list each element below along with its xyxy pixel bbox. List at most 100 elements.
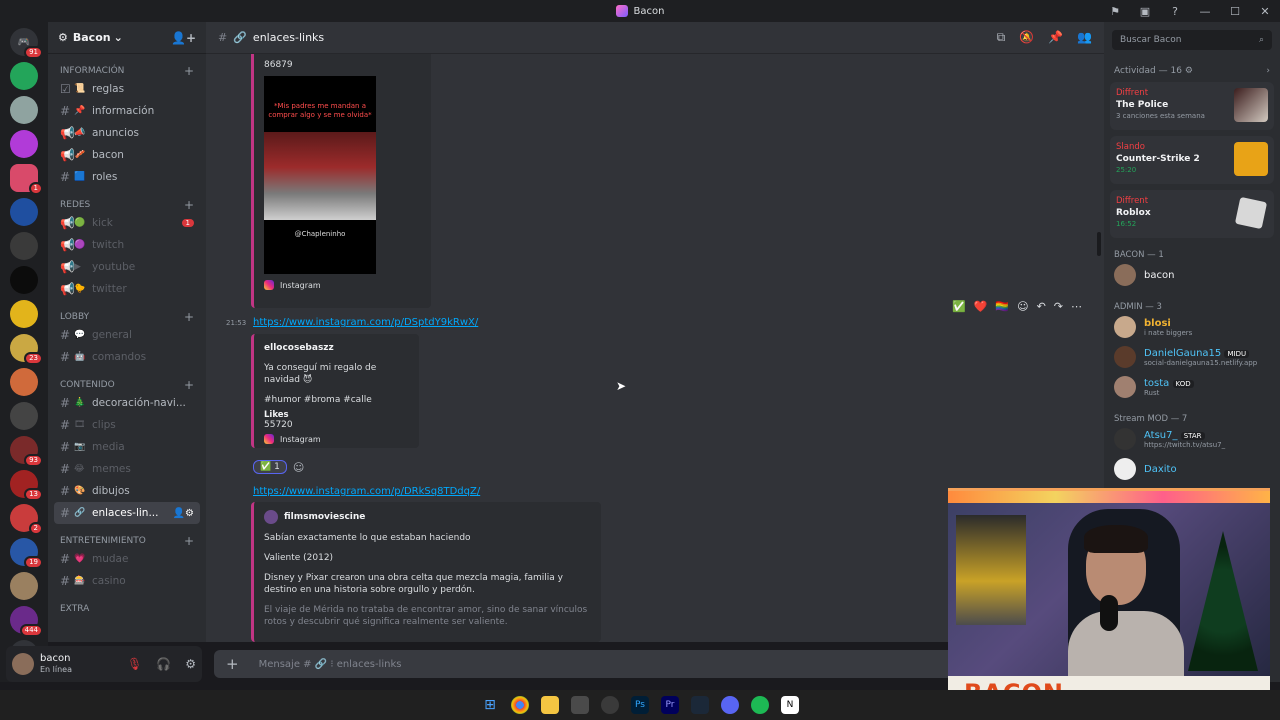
- channel-reglas[interactable]: ☑ 📜 reglas: [54, 78, 200, 100]
- channel-decoracion[interactable]: # 🎄 decoración-navi...: [54, 392, 200, 414]
- inbox-icon[interactable]: ⚑: [1100, 5, 1130, 18]
- category-informacion[interactable]: INFORMACIÓN +: [48, 64, 206, 78]
- server-icon[interactable]: [10, 96, 38, 124]
- add-channel-icon[interactable]: +: [184, 310, 194, 324]
- category-lobby[interactable]: LOBBY +: [48, 310, 206, 324]
- premiere-icon[interactable]: Pr: [661, 696, 679, 714]
- channel-twitch[interactable]: 📢 🟣 twitch: [54, 234, 200, 256]
- server-icon[interactable]: 13: [10, 470, 43, 501]
- embed-author[interactable]: ellocosebaszz: [264, 342, 409, 354]
- server-icon[interactable]: 23: [10, 334, 43, 365]
- photoshop-icon[interactable]: Ps: [631, 696, 649, 714]
- server-icon[interactable]: 19: [10, 538, 43, 569]
- chevron-right-icon[interactable]: ›: [1266, 66, 1270, 76]
- app-icon[interactable]: [601, 696, 619, 714]
- server-icon[interactable]: [10, 198, 38, 226]
- reply-icon[interactable]: ↶: [1037, 300, 1046, 313]
- help-icon[interactable]: ?: [1160, 5, 1190, 18]
- forward-icon[interactable]: ↷: [1054, 300, 1063, 313]
- discord-icon[interactable]: [721, 696, 739, 714]
- add-reaction-icon[interactable]: ☺: [293, 461, 304, 474]
- activity-card[interactable]: Diffrent The Police 3 canciones esta sem…: [1110, 82, 1274, 130]
- member-item[interactable]: blosi i nate biggers: [1104, 312, 1280, 342]
- server-icon[interactable]: [10, 62, 38, 90]
- member-item[interactable]: tosta KOD Rust: [1104, 372, 1280, 402]
- settings-gear-icon[interactable]: ⚙: [185, 657, 196, 671]
- gear-icon[interactable]: ⚙: [1185, 66, 1193, 76]
- channel-enlaces-links[interactable]: # 🔗 enlaces-lin... 👤⚙: [54, 502, 200, 524]
- notion-icon[interactable]: N: [781, 696, 799, 714]
- category-entretenimiento[interactable]: ENTRETENIMIENTO +: [48, 534, 206, 548]
- file-explorer-icon[interactable]: [541, 696, 559, 714]
- more-icon[interactable]: ⋯: [1071, 300, 1082, 313]
- embed-author-row[interactable]: filmsmoviescine: [264, 510, 591, 524]
- add-channel-icon[interactable]: +: [184, 378, 194, 392]
- headphones-icon[interactable]: 🎧: [156, 657, 171, 671]
- threads-icon[interactable]: ⧉: [997, 30, 1006, 45]
- minimize-button[interactable]: —: [1190, 5, 1220, 18]
- activity-card[interactable]: Slando Counter-Strike 2 25:20: [1110, 136, 1274, 184]
- member-item[interactable]: bacon: [1104, 260, 1280, 290]
- channel-bacon[interactable]: 📢 🥓 bacon: [54, 144, 200, 166]
- member-item[interactable]: DanielGauna15 MIDU social-danielgauna15.…: [1104, 342, 1280, 372]
- channel-media[interactable]: # 📷 media: [54, 436, 200, 458]
- invite-people-icon[interactable]: 👤+: [171, 31, 196, 45]
- server-icon[interactable]: [10, 368, 38, 396]
- server-icon[interactable]: [10, 572, 38, 600]
- spotify-icon[interactable]: [751, 696, 769, 714]
- channel-dibujos[interactable]: # 🎨 dibujos: [54, 480, 200, 502]
- server-icon[interactable]: 444: [10, 606, 43, 637]
- chrome-icon[interactable]: [511, 696, 529, 714]
- server-icon[interactable]: [10, 266, 38, 294]
- message-input[interactable]: Mensaje # 🔗 ⁝ enlaces-links: [259, 659, 402, 670]
- server-icon[interactable]: [10, 232, 38, 260]
- message-link[interactable]: https://www.instagram.com/p/DSptdY9kRwX/: [253, 317, 478, 328]
- member-list-icon[interactable]: 👥: [1077, 30, 1092, 45]
- app-icon[interactable]: [571, 696, 589, 714]
- monitor-icon[interactable]: ▣: [1130, 5, 1160, 18]
- direct-messages-icon[interactable]: 🎮 91: [10, 28, 43, 59]
- message-link[interactable]: https://www.instagram.com/p/DRkSq8TDdqZ/: [253, 486, 480, 497]
- check-reaction-icon[interactable]: ✅: [952, 300, 966, 313]
- channel-casino[interactable]: # 🎰 casino: [54, 570, 200, 592]
- channel-kick[interactable]: 📢 🟢 kick 1: [54, 212, 200, 234]
- member-item[interactable]: Atsu7_ STAR https://twitch.tv/atsu7_: [1104, 424, 1280, 454]
- channel-anuncios[interactable]: 📢 📣 anuncios: [54, 122, 200, 144]
- chat-scrollbar[interactable]: [1097, 232, 1101, 256]
- add-reaction-icon[interactable]: ☺: [1017, 300, 1028, 313]
- server-icon[interactable]: [10, 130, 38, 158]
- steam-icon[interactable]: [691, 696, 709, 714]
- member-item[interactable]: Daxito: [1104, 454, 1280, 484]
- windows-start-icon[interactable]: ⊞: [481, 696, 499, 714]
- channel-twitter[interactable]: 📢 🐤 twitter: [54, 278, 200, 300]
- video-thumbnail[interactable]: *Mis padres me mandan a comprar algo y s…: [264, 76, 376, 274]
- server-header[interactable]: ⚙ Bacon ⌄ 👤+: [48, 22, 206, 54]
- category-extra[interactable]: EXTRA: [48, 602, 206, 616]
- close-button[interactable]: ✕: [1250, 5, 1280, 18]
- channel-informacion[interactable]: # 📌 información: [54, 100, 200, 122]
- mic-muted-icon[interactable]: 🎙: [127, 657, 142, 671]
- channel-memes[interactable]: # 😂 memes: [54, 458, 200, 480]
- server-icon[interactable]: [10, 300, 38, 328]
- server-icon[interactable]: [10, 402, 38, 430]
- category-contenido[interactable]: CONTENIDO +: [48, 378, 206, 392]
- pin-icon[interactable]: 📌: [1048, 30, 1063, 45]
- server-icon[interactable]: 2: [10, 504, 43, 535]
- invite-icon[interactable]: 👤⚙: [173, 508, 194, 519]
- add-channel-icon[interactable]: +: [184, 64, 194, 78]
- add-channel-icon[interactable]: +: [184, 198, 194, 212]
- channel-roles[interactable]: # 🟦 roles: [54, 166, 200, 188]
- channel-general[interactable]: # 💬 general: [54, 324, 200, 346]
- add-channel-icon[interactable]: +: [184, 534, 194, 548]
- channel-youtube[interactable]: 📢 ▶ youtube: [54, 256, 200, 278]
- attach-plus-icon[interactable]: +: [226, 655, 239, 673]
- check-reaction[interactable]: ✅ 1: [253, 460, 287, 474]
- channel-clips[interactable]: # 🎞 clips: [54, 414, 200, 436]
- category-redes[interactable]: REDES +: [48, 198, 206, 212]
- activity-card[interactable]: Diffrent Roblox 16:52: [1110, 190, 1274, 238]
- avatar[interactable]: [12, 653, 34, 675]
- server-icon-bacon[interactable]: 1: [10, 164, 43, 195]
- server-icon[interactable]: 93: [10, 436, 43, 467]
- rainbow-reaction-icon[interactable]: 🏳️‍🌈: [995, 300, 1009, 313]
- notification-bell-icon[interactable]: 🔕: [1019, 30, 1034, 45]
